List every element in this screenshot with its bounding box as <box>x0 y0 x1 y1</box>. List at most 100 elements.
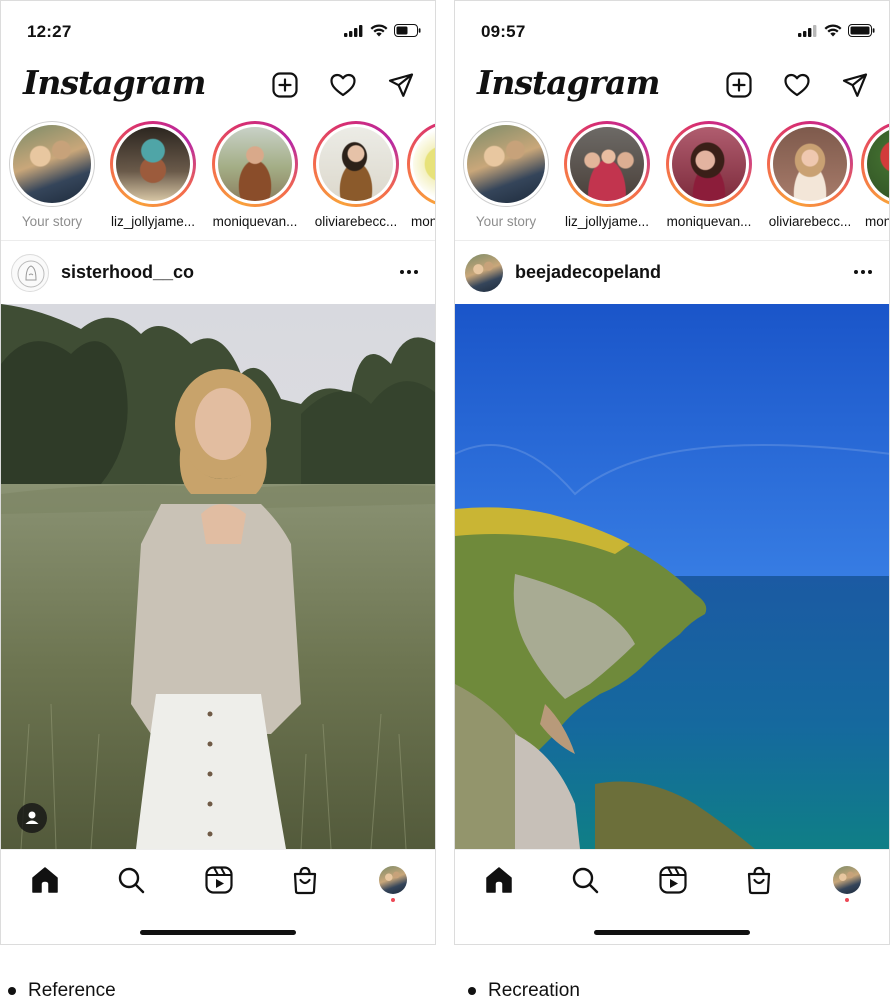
instagram-logo[interactable]: Instagram <box>23 63 206 102</box>
story-ring <box>110 121 196 207</box>
story-item[interactable]: mon <box>407 121 435 229</box>
story-username: liz_jollyjame... <box>110 214 196 229</box>
ellipsis-icon[interactable] <box>397 260 421 284</box>
plus-square-icon[interactable] <box>725 71 753 99</box>
home-indicator <box>140 930 296 935</box>
battery-icon <box>394 24 421 42</box>
top-actions <box>271 71 415 99</box>
story-avatar-photo <box>467 125 545 203</box>
story-item[interactable]: liz_jollyjame... <box>561 121 653 229</box>
story-username: moniquevan... <box>666 214 752 229</box>
story-ring <box>861 121 889 207</box>
bullet-dot <box>468 987 476 995</box>
post-author-avatar[interactable] <box>465 254 503 292</box>
instagram-logo[interactable]: Instagram <box>477 63 660 102</box>
plus-square-icon[interactable] <box>271 71 299 99</box>
top-actions <box>725 71 869 99</box>
story-username: Your story <box>21 214 83 229</box>
home-icon[interactable] <box>483 864 515 896</box>
story-your-story[interactable]: Your story <box>460 121 552 229</box>
stories-tray[interactable]: Your story liz_jollyjame... moniquevan..… <box>1 119 435 241</box>
post-author-username[interactable]: beejadecopeland <box>515 262 661 283</box>
story-username: liz_jollyjame... <box>564 214 650 229</box>
story-item[interactable]: oliviarebecc... <box>310 121 402 229</box>
home-icon[interactable] <box>29 864 61 896</box>
story-ring <box>313 121 399 207</box>
bottom-tab-bar <box>455 849 889 944</box>
notification-dot <box>391 898 395 902</box>
story-ring <box>463 121 549 207</box>
story-item[interactable]: mon <box>861 121 889 229</box>
wifi-icon <box>824 24 842 42</box>
story-item[interactable]: moniquevan... <box>209 121 301 229</box>
status-bar: 09:57 <box>455 1 889 61</box>
shopping-bag-icon[interactable] <box>743 864 775 896</box>
battery-icon <box>848 24 875 42</box>
caption-reference: Reference <box>8 980 116 1002</box>
heart-icon[interactable] <box>783 71 811 99</box>
search-icon[interactable] <box>569 864 601 896</box>
story-username: mon <box>865 214 889 229</box>
bullet-dot <box>8 987 16 995</box>
person-tag-icon[interactable] <box>17 803 47 833</box>
shopping-bag-icon[interactable] <box>289 864 321 896</box>
story-username: moniquevan... <box>212 214 298 229</box>
phone-screen-recreation: 09:57 Instagram Your story liz_jollyjame… <box>454 0 890 945</box>
story-ring <box>564 121 650 207</box>
story-avatar-photo <box>218 127 292 201</box>
post-author-avatar[interactable] <box>11 254 49 292</box>
caption-recreation: Recreation <box>468 980 580 1002</box>
wifi-icon <box>370 24 388 42</box>
story-ring <box>666 121 752 207</box>
story-your-story[interactable]: Your story <box>6 121 98 229</box>
post-header: beejadecopeland <box>455 242 889 304</box>
brand-logo-icon <box>17 260 45 288</box>
story-avatar-photo <box>413 127 435 201</box>
story-ring <box>9 121 95 207</box>
cellular-signal-icon <box>798 24 818 42</box>
story-ring <box>767 121 853 207</box>
story-item[interactable]: moniquevan... <box>663 121 755 229</box>
post-photo-meadow <box>1 304 435 849</box>
stories-tray[interactable]: Your story liz_jollyjame... moniquevan..… <box>455 119 889 241</box>
story-avatar-photo <box>672 127 746 201</box>
story-item[interactable]: liz_jollyjame... <box>107 121 199 229</box>
story-username: Your story <box>475 214 537 229</box>
notification-dot <box>845 898 849 902</box>
story-username: oliviarebecc... <box>314 214 398 229</box>
post-author-username[interactable]: sisterhood__co <box>61 262 194 283</box>
status-time: 09:57 <box>481 22 526 41</box>
story-avatar-photo <box>319 127 393 201</box>
post-photo-coast <box>455 304 889 849</box>
story-avatar-photo <box>867 127 889 201</box>
paper-plane-icon[interactable] <box>841 71 869 99</box>
status-bar: 12:27 <box>1 1 435 61</box>
post-photo[interactable] <box>455 304 889 849</box>
bottom-tab-bar <box>1 849 435 944</box>
ellipsis-icon[interactable] <box>851 260 875 284</box>
story-ring <box>212 121 298 207</box>
status-time: 12:27 <box>27 22 72 41</box>
system-icons <box>344 24 421 42</box>
cellular-signal-icon <box>344 24 364 42</box>
story-avatar-photo <box>773 127 847 201</box>
reels-icon[interactable] <box>657 864 689 896</box>
story-ring <box>407 121 435 207</box>
reels-icon[interactable] <box>203 864 235 896</box>
top-bar: Instagram <box>455 61 889 116</box>
story-username: mon <box>411 214 435 229</box>
story-avatar-photo <box>570 127 644 201</box>
story-avatar-photo <box>13 125 91 203</box>
paper-plane-icon[interactable] <box>387 71 415 99</box>
profile-avatar[interactable] <box>379 866 407 894</box>
post-header: sisterhood__co <box>1 242 435 304</box>
story-item[interactable]: oliviarebecc... <box>764 121 856 229</box>
story-username: oliviarebecc... <box>768 214 852 229</box>
profile-avatar[interactable] <box>833 866 861 894</box>
search-icon[interactable] <box>115 864 147 896</box>
story-avatar-photo <box>116 127 190 201</box>
top-bar: Instagram <box>1 61 435 116</box>
post-photo[interactable] <box>1 304 435 849</box>
home-indicator <box>594 930 750 935</box>
heart-icon[interactable] <box>329 71 357 99</box>
